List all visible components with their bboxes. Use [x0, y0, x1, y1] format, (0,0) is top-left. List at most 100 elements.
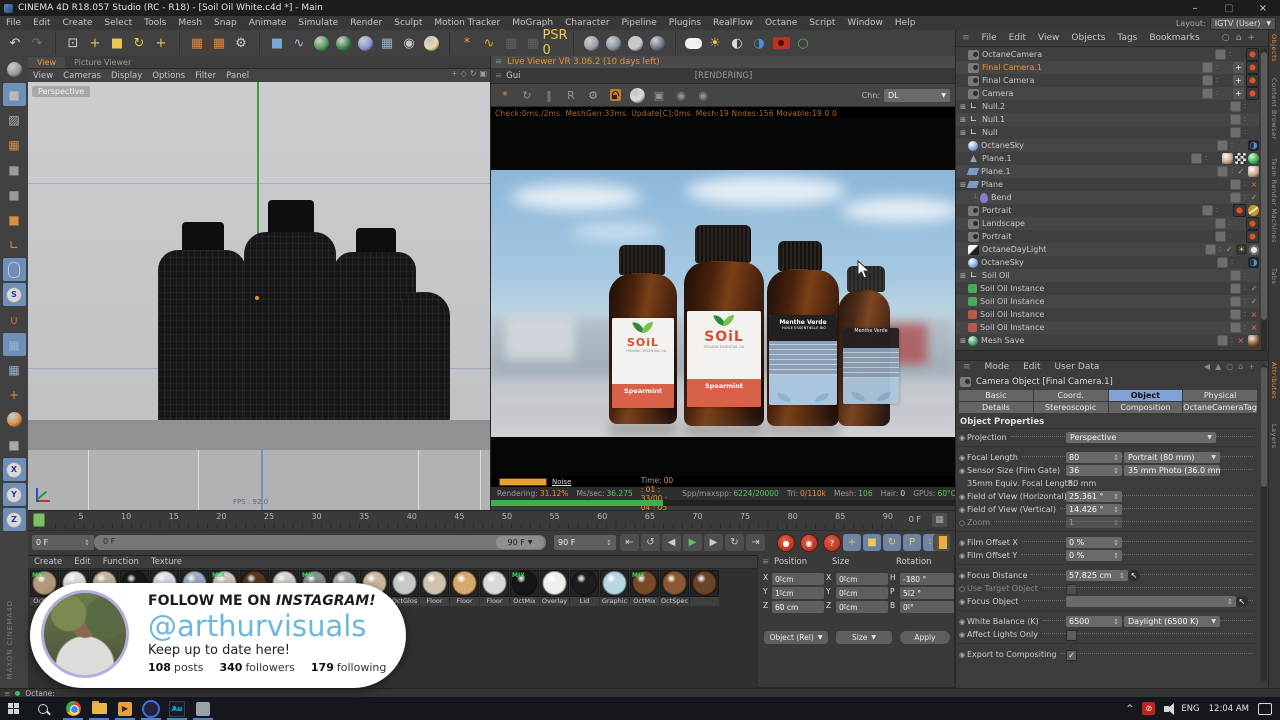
key-position-toggle[interactable]: +	[843, 534, 861, 551]
material-preset-2[interactable]	[602, 32, 624, 55]
menu-item[interactable]: Animate	[243, 18, 293, 28]
range-end-handle[interactable]: 90 F▼	[496, 536, 544, 549]
maximize-button[interactable]: ▢	[1212, 0, 1246, 16]
edit-render-settings-button[interactable]: ⚙	[230, 32, 252, 55]
viewport-menu-item[interactable]: View	[28, 71, 58, 81]
object-row[interactable]: Camera	[956, 87, 1259, 100]
viewport-canvas[interactable]: Perspective	[28, 82, 490, 510]
tag-chip[interactable]	[1233, 75, 1244, 86]
tag-chip[interactable]	[1248, 140, 1259, 151]
render-settings-button[interactable]: ⚙	[584, 86, 602, 104]
enable-state-icon[interactable]	[1249, 297, 1259, 306]
object-row[interactable]: Portrait	[956, 230, 1259, 243]
menu-item[interactable]: Simulate	[292, 18, 344, 28]
restart-render-button[interactable]: ↻	[518, 86, 536, 104]
edit-toggle[interactable]	[1230, 127, 1241, 138]
tag-chip[interactable]	[1246, 230, 1259, 243]
object-name[interactable]: Soil Oil Instance.1	[980, 310, 1044, 319]
edit-toggle[interactable]	[1202, 75, 1213, 86]
side-tab-tabs[interactable]: Tabs	[1270, 268, 1278, 284]
rotate-tool[interactable]: ↻	[128, 32, 150, 55]
edges-mode-button[interactable]: ■	[3, 183, 26, 206]
object-row[interactable]: Final Camera	[956, 74, 1259, 87]
object-manager-scrollbar[interactable]	[1261, 48, 1267, 352]
viewport-solo-button[interactable]	[3, 408, 26, 431]
menu-item[interactable]: Pipeline	[616, 18, 663, 28]
attribute-menu-item[interactable]: User Data	[1048, 362, 1107, 372]
lock-x-axis-button[interactable]	[3, 458, 26, 481]
menu-item[interactable]: Plugins	[663, 18, 707, 28]
film-offset-x-field[interactable]: 0 %↕	[1066, 537, 1122, 548]
menu-item[interactable]: Mesh	[172, 18, 208, 28]
tag-chip[interactable]	[1246, 48, 1259, 61]
projection-dropdown[interactable]: Perspective▼	[1066, 432, 1216, 443]
visibility-dots[interactable]	[1226, 50, 1234, 59]
magnet-tool-button[interactable]: ∪	[3, 308, 26, 331]
menu-item[interactable]: Select	[98, 18, 138, 28]
menu-item[interactable]: Create	[57, 18, 99, 28]
fov-horizontal-field[interactable]: 25.361 °↕	[1066, 491, 1122, 502]
object-menu-item[interactable]: Edit	[1003, 33, 1032, 43]
side-tab-objects[interactable]: Objects	[1270, 34, 1278, 62]
object-name[interactable]: OctaneDayLight	[982, 245, 1046, 254]
visibility-dots[interactable]	[1213, 63, 1221, 72]
material-thumbnail[interactable]: Graphic	[600, 570, 629, 606]
affect-lights-checkbox[interactable]	[1066, 630, 1077, 641]
rotate-view-icon[interactable]: ↻	[470, 69, 477, 78]
render-view-button[interactable]: ▦	[186, 32, 208, 55]
tag-chip[interactable]	[1246, 74, 1259, 87]
current-frame-field[interactable]: 0 F↕	[32, 535, 94, 550]
pick-material-button[interactable]	[628, 86, 646, 104]
visibility-dots[interactable]	[1226, 232, 1234, 241]
channel-dropdown[interactable]: DL▼	[884, 89, 950, 102]
previous-key-button[interactable]: ↺	[641, 534, 660, 551]
object-row[interactable]: Null.1	[956, 113, 1259, 126]
home-icon[interactable]: ⌂	[1236, 33, 1242, 43]
object-menu-item[interactable]: Tags	[1111, 33, 1143, 43]
tag-chip[interactable]	[1246, 87, 1259, 100]
edit-toggle[interactable]	[1202, 62, 1213, 73]
rotation-field[interactable]: 0 °↕	[900, 601, 954, 613]
enable-state-icon[interactable]	[1249, 323, 1259, 332]
tray-volume-icon[interactable]	[1164, 706, 1169, 712]
object-name[interactable]: Camera	[982, 89, 1046, 98]
bottle-silhouette[interactable]	[158, 250, 246, 440]
camera-label[interactable]: Perspective	[32, 86, 90, 97]
separator[interactable]	[252, 32, 260, 55]
previous-frame-button[interactable]: ◀	[662, 534, 681, 551]
position-field[interactable]: 60 cm↕	[772, 601, 824, 613]
visibility-dots[interactable]	[1241, 115, 1249, 124]
object-name[interactable]: Plane	[981, 180, 1045, 189]
visibility-dots[interactable]	[1241, 271, 1249, 280]
object-menu-item[interactable]: View	[1032, 33, 1065, 43]
add-generator-button[interactable]	[310, 32, 332, 55]
object-name[interactable]: OctaneSky	[981, 141, 1045, 150]
tag-chip[interactable]	[1248, 166, 1259, 177]
edit-toggle[interactable]	[1215, 231, 1226, 242]
material-preset-1[interactable]	[580, 32, 602, 55]
snap-button[interactable]	[3, 283, 26, 306]
octane-render-button[interactable]	[682, 32, 704, 55]
edit-toggle[interactable]	[1217, 166, 1228, 177]
next-key-button[interactable]: ↻	[725, 534, 744, 551]
timeline-options-icon[interactable]: ▦	[932, 513, 947, 527]
search-button[interactable]	[26, 697, 60, 720]
menu-item[interactable]: Snap	[208, 18, 243, 28]
pick-focus-button[interactable]: ◉	[672, 86, 690, 104]
bottle-silhouette-side[interactable]	[396, 292, 450, 440]
octane-daylight-button[interactable]: ◐	[726, 32, 748, 55]
film-offset-y-field[interactable]: 0 %↕	[1066, 550, 1122, 561]
object-name[interactable]: Final Camera.1	[982, 63, 1046, 72]
search-icon[interactable]: ○	[1222, 33, 1230, 43]
object-row[interactable]: Null.2	[956, 100, 1259, 113]
visibility-dots[interactable]	[1216, 245, 1224, 254]
tag-chip[interactable]	[1233, 204, 1246, 217]
edit-toggle[interactable]	[1217, 335, 1228, 346]
separator[interactable]	[668, 32, 676, 55]
material-thumbnail[interactable]: OctGlos	[390, 570, 419, 606]
object-row[interactable]: Final Camera.1	[956, 61, 1259, 74]
material-thumbnail[interactable]: MIX OctMix	[630, 570, 659, 606]
position-field[interactable]: 1 cm↕	[772, 587, 824, 599]
tag-chip[interactable]	[1233, 88, 1244, 99]
tab-view[interactable]: View	[28, 57, 65, 68]
